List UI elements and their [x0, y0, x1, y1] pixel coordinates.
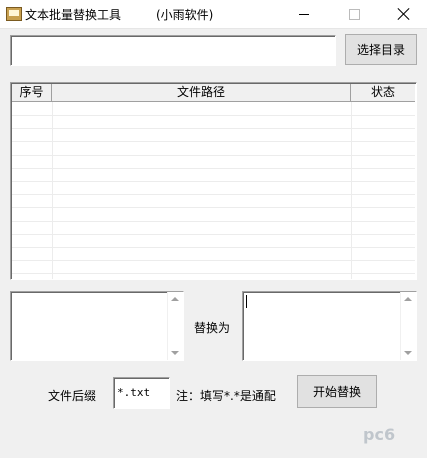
- file-list[interactable]: 序号 文件路径 状态: [10, 82, 417, 280]
- grid-row: [12, 260, 415, 275]
- start-replace-button[interactable]: 开始替换: [297, 375, 377, 408]
- grid-row: [12, 181, 415, 196]
- column-header-status[interactable]: 状态: [351, 84, 415, 101]
- select-directory-button[interactable]: 选择目录: [345, 34, 417, 65]
- close-icon: [398, 8, 410, 20]
- column-header-index[interactable]: 序号: [12, 84, 52, 101]
- scroll-down-icon[interactable]: [171, 351, 179, 355]
- find-text-area[interactable]: [10, 291, 184, 361]
- grid-row: [12, 155, 415, 169]
- file-list-header: 序号 文件路径 状态: [12, 84, 415, 102]
- window-subtitle: (小雨软件): [156, 8, 214, 22]
- scroll-up-icon[interactable]: [404, 297, 412, 301]
- wildcard-note: 注：填写*.*是通配: [176, 389, 276, 403]
- grid-row: [12, 115, 415, 130]
- close-button[interactable]: [381, 0, 427, 28]
- file-suffix-value: *.txt: [117, 386, 151, 399]
- minimize-icon: [299, 13, 309, 15]
- directory-input[interactable]: [10, 35, 336, 66]
- grid-row: [12, 102, 415, 116]
- watermark: pc6: [363, 425, 396, 444]
- text-caret: [246, 295, 247, 308]
- app-icon: [6, 7, 22, 21]
- grid-column-line: [351, 102, 352, 279]
- maximize-button: [331, 0, 377, 28]
- grid-row: [12, 142, 415, 156]
- replace-scrollbar[interactable]: [400, 292, 416, 360]
- grid-row: [12, 208, 415, 222]
- scroll-up-icon[interactable]: [171, 297, 179, 301]
- grid-row: [12, 168, 415, 182]
- file-suffix-label: 文件后缀: [48, 389, 97, 403]
- grid-row: [12, 194, 415, 209]
- scroll-down-icon[interactable]: [404, 351, 412, 355]
- grid-row: [12, 234, 415, 248]
- grid-row: [12, 128, 415, 143]
- find-scrollbar[interactable]: [167, 292, 183, 360]
- grid-row: [12, 221, 415, 235]
- maximize-icon: [348, 8, 360, 20]
- title-bar: 文本批量替换工具 (小雨软件): [0, 0, 427, 29]
- grid-row: [12, 247, 415, 262]
- minimize-button[interactable]: [281, 0, 327, 28]
- window-title: 文本批量替换工具: [25, 8, 122, 22]
- column-header-path[interactable]: 文件路径: [52, 84, 351, 101]
- replace-text-area[interactable]: [242, 291, 417, 361]
- grid-column-line: [52, 102, 53, 279]
- file-suffix-input[interactable]: *.txt: [113, 377, 170, 409]
- replace-with-label: 替换为: [194, 321, 231, 335]
